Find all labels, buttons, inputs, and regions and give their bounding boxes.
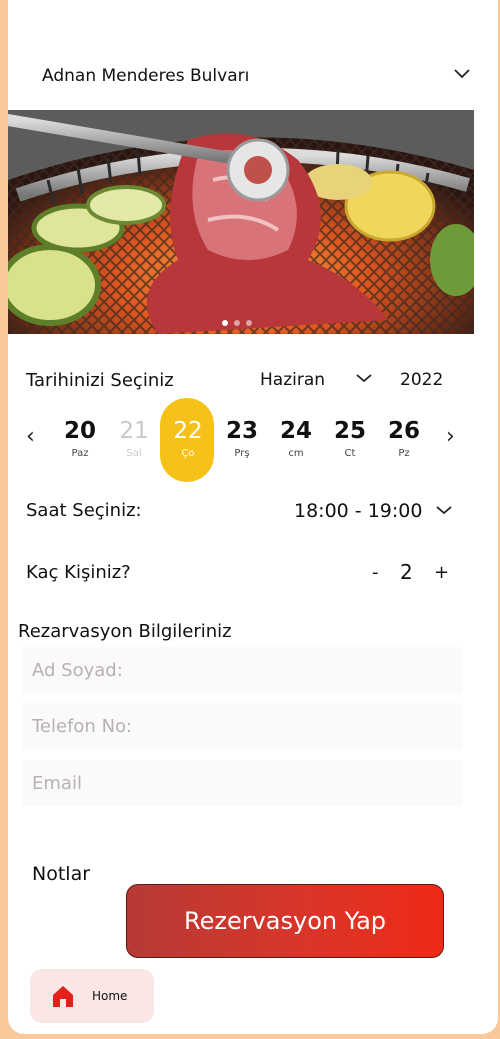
reservation-info-title: Rezarvasyon Bilgileriniz — [18, 621, 232, 642]
day-name: Prş — [234, 448, 250, 459]
carousel-dot[interactable] — [222, 320, 228, 326]
email-field[interactable] — [22, 760, 462, 806]
make-reservation-button[interactable]: Rezervasyon Yap — [126, 884, 444, 958]
day-number: 21 — [119, 418, 149, 444]
date-label: Tarihinizi Seçiniz — [26, 370, 174, 391]
name-field[interactable] — [22, 647, 462, 693]
chevron-left-icon[interactable]: ‹ — [26, 424, 35, 449]
day-name: Ço — [181, 448, 195, 459]
hero-image-carousel[interactable] — [8, 110, 474, 334]
day-name: Paz — [71, 448, 89, 459]
day-number: 25 — [333, 418, 366, 444]
day-item-22[interactable]: 22 Ço — [168, 416, 208, 459]
grill-meat-image — [8, 110, 474, 334]
chevron-right-icon[interactable]: › — [446, 424, 455, 449]
day-item-24[interactable]: 24 cm — [276, 416, 316, 459]
day-item-21: 21 Sal — [114, 416, 154, 459]
time-select[interactable]: 18:00 - 19:00 — [294, 500, 422, 522]
day-name: Ct — [344, 448, 356, 459]
day-number: 24 — [279, 418, 312, 444]
day-number: 20 — [63, 418, 96, 444]
day-item-23[interactable]: 23 Prş — [222, 416, 262, 459]
carousel-dot[interactable] — [234, 320, 240, 326]
chevron-down-icon[interactable] — [452, 64, 472, 84]
increment-button[interactable]: + — [434, 562, 449, 583]
day-number: 26 — [387, 418, 420, 444]
home-icon — [53, 986, 73, 1007]
chevron-down-icon[interactable] — [434, 502, 454, 520]
reservation-screen: Adnan Menderes Bulvarı Tarihinizi Seçini… — [8, 0, 498, 1034]
day-name: Pz — [398, 448, 410, 459]
month-select[interactable]: Haziran — [260, 370, 325, 390]
year-select[interactable]: 2022 — [400, 370, 443, 390]
day-item-25[interactable]: 25 Ct — [330, 416, 370, 459]
phone-field[interactable] — [22, 703, 462, 749]
day-number: 23 — [225, 418, 258, 444]
day-name: Sal — [126, 448, 142, 459]
location-name: Adnan Menderes Bulvarı — [42, 66, 250, 86]
people-label: Kaç Kişiniz? — [26, 562, 131, 583]
time-label: Saat Seçiniz: — [26, 500, 142, 521]
carousel-dot[interactable] — [246, 320, 252, 326]
day-name: cm — [288, 448, 304, 459]
nav-home-tab[interactable]: Home — [30, 969, 154, 1023]
day-item-20[interactable]: 20 Paz — [60, 416, 100, 459]
location-selector[interactable]: Adnan Menderes Bulvarı — [42, 66, 470, 90]
notes-label: Notlar — [32, 863, 91, 885]
decrement-button[interactable]: - — [372, 562, 379, 583]
people-count: 2 — [400, 560, 413, 584]
day-item-26[interactable]: 26 Pz — [384, 416, 424, 459]
nav-home-label: Home — [92, 989, 128, 1003]
chevron-down-icon[interactable] — [354, 370, 374, 388]
day-number: 22 — [173, 418, 203, 444]
carousel-indicator — [222, 320, 252, 326]
